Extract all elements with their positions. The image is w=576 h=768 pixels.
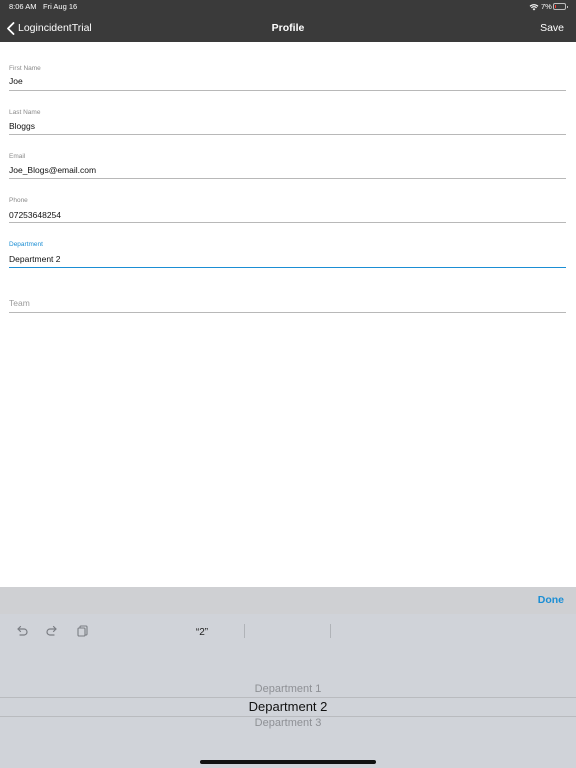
picker-option[interactable]: Department 1 xyxy=(0,683,576,695)
department-value[interactable]: Department 2 xyxy=(9,254,61,264)
nav-bar: LogincidentTrial Profile Save xyxy=(0,14,576,42)
paste-icon[interactable] xyxy=(76,624,90,637)
phone-field[interactable]: Phone 07253648254 xyxy=(9,196,566,224)
done-button[interactable]: Done xyxy=(538,587,564,614)
home-indicator xyxy=(200,760,376,764)
battery-percent: 7% xyxy=(541,2,552,11)
chevron-left-icon xyxy=(7,21,15,35)
status-bar: 8:06 AM Fri Aug 16 7% xyxy=(0,0,576,14)
picker-keyboard: Done “2” Department 1 Department 2 Depar… xyxy=(0,587,576,768)
last-name-label: Last Name xyxy=(9,109,41,116)
team-field[interactable]: Team xyxy=(9,296,566,314)
email-field[interactable]: Email Joe_Blogs@email.com xyxy=(9,152,566,180)
first-name-value[interactable]: Joe xyxy=(9,76,23,86)
team-placeholder[interactable]: Team xyxy=(9,298,30,308)
phone-label: Phone xyxy=(9,197,28,204)
last-name-field[interactable]: Last Name Bloggs xyxy=(9,107,566,135)
first-name-field[interactable]: First Name Joe xyxy=(9,63,566,91)
email-label: Email xyxy=(9,153,26,160)
undo-icon[interactable] xyxy=(15,624,29,637)
team-underline xyxy=(9,312,566,313)
first-name-underline xyxy=(9,90,566,91)
department-picker[interactable]: Department 1 Department 2 Department 3 xyxy=(0,652,576,768)
picker-option-selected[interactable]: Department 2 xyxy=(0,699,576,714)
last-name-value[interactable]: Bloggs xyxy=(9,121,35,131)
suggestion-divider xyxy=(330,624,331,638)
phone-value[interactable]: 07253648254 xyxy=(9,210,61,220)
department-underline xyxy=(9,266,566,268)
phone-underline xyxy=(9,222,566,223)
keyboard-shortcut-bar: “2” xyxy=(0,614,576,652)
suggestion-divider xyxy=(244,624,245,638)
email-value[interactable]: Joe_Blogs@email.com xyxy=(9,165,96,175)
redo-icon[interactable] xyxy=(45,624,59,637)
status-time: 8:06 AM xyxy=(9,2,37,11)
department-label: Department xyxy=(9,241,43,248)
keyboard-accessory-bar: Done xyxy=(0,587,576,614)
back-button[interactable]: LogincidentTrial xyxy=(6,14,92,42)
wifi-icon xyxy=(529,4,539,11)
picker-selection-top xyxy=(0,697,576,698)
battery-icon xyxy=(553,3,568,10)
picker-option[interactable]: Department 3 xyxy=(0,717,576,729)
first-name-label: First Name xyxy=(9,65,41,72)
department-field[interactable]: Department Department 2 xyxy=(9,240,566,269)
back-button-label: LogincidentTrial xyxy=(18,22,92,34)
save-button[interactable]: Save xyxy=(540,14,564,42)
email-underline xyxy=(9,178,566,179)
autocorrect-suggestion[interactable]: “2” xyxy=(160,627,244,638)
status-date: Fri Aug 16 xyxy=(43,2,78,11)
last-name-underline xyxy=(9,134,566,135)
